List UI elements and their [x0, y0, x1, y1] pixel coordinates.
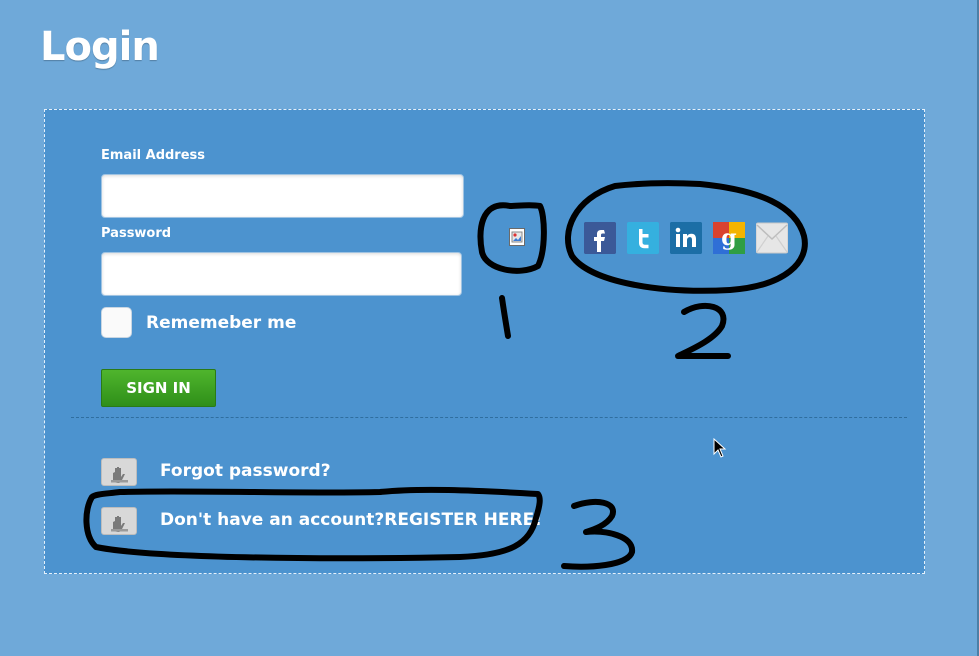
hand-pointer-icon: [101, 507, 137, 535]
google-icon[interactable]: g: [713, 222, 745, 254]
password-field[interactable]: [101, 252, 462, 296]
password-label: Password: [101, 226, 172, 241]
section-divider: [71, 417, 907, 418]
mouse-cursor-icon: [713, 438, 727, 458]
remember-checkbox[interactable]: [101, 307, 132, 338]
broken-image-icon: [509, 228, 525, 246]
login-panel: Email Address Password Rememeber me SIGN…: [44, 109, 925, 574]
register-link[interactable]: Don't have an account?REGISTER HERE!: [160, 510, 542, 530]
page-title: Login: [40, 24, 160, 70]
svg-text:g: g: [721, 225, 736, 251]
linkedin-icon[interactable]: [670, 222, 702, 254]
email-label: Email Address: [101, 148, 206, 163]
remember-label[interactable]: Rememeber me: [146, 313, 296, 333]
forgot-password-link[interactable]: Forgot password?: [160, 461, 331, 481]
email-icon[interactable]: [756, 222, 788, 254]
twitter-icon[interactable]: [627, 222, 659, 254]
sign-in-button[interactable]: SIGN IN: [101, 369, 216, 407]
register-row[interactable]: Don't have an account?REGISTER HERE!: [101, 507, 542, 537]
facebook-icon[interactable]: [584, 222, 616, 254]
forgot-password-row[interactable]: Forgot password?: [101, 458, 401, 488]
hand-pointer-icon: [101, 458, 137, 486]
email-field[interactable]: [101, 174, 464, 218]
